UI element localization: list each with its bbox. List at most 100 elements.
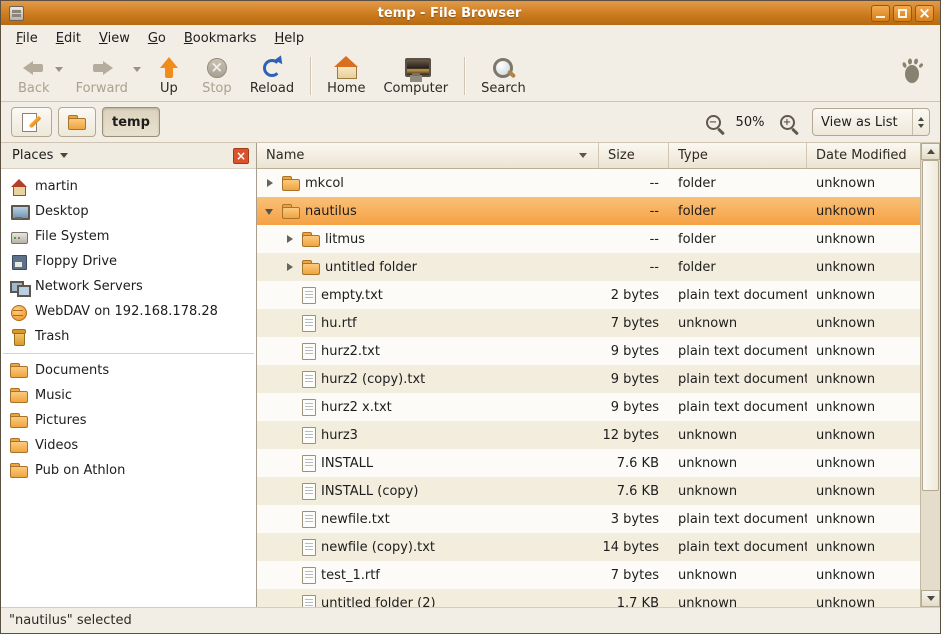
sidebar-item-music[interactable]: Music xyxy=(1,383,256,408)
expander-expanded-icon[interactable] xyxy=(263,204,277,218)
places-title: Places xyxy=(12,148,53,163)
sidebar-item-trash[interactable]: Trash xyxy=(1,324,256,349)
path-current-button[interactable]: temp xyxy=(102,107,160,137)
column-header-name[interactable]: Name xyxy=(257,143,599,169)
file-row[interactable]: mkcol--folderunknown xyxy=(257,169,920,197)
sidebar-item-network-servers[interactable]: Network Servers xyxy=(1,274,256,299)
sidebar-separator xyxy=(3,353,254,354)
vertical-scrollbar[interactable] xyxy=(920,143,940,607)
sidebar-item-documents[interactable]: Documents xyxy=(1,358,256,383)
sidebar-item-pictures[interactable]: Pictures xyxy=(1,408,256,433)
window-icon xyxy=(9,6,24,21)
toolbar-item-label: Back xyxy=(18,81,50,96)
view-mode-select[interactable]: View as List xyxy=(812,108,930,136)
home-icon xyxy=(10,179,28,195)
zoom-level[interactable]: 50% xyxy=(732,115,768,130)
sidebar-item-label: Music xyxy=(35,388,72,403)
file-name: nautilus xyxy=(305,204,357,219)
titlebar[interactable]: temp - File Browser xyxy=(1,1,940,25)
back-button: Back xyxy=(9,53,59,99)
sidebar-item-desktop[interactable]: Desktop xyxy=(1,199,256,224)
file-row[interactable]: INSTALL7.6 KBunknownunknown xyxy=(257,449,920,477)
size-cell: 7 bytes xyxy=(599,309,669,337)
file-row[interactable]: hurz312 bytesunknownunknown xyxy=(257,421,920,449)
toggle-location-entry-button[interactable] xyxy=(11,107,52,137)
column-header-date-modified[interactable]: Date Modified xyxy=(807,143,920,169)
expander-collapsed-icon[interactable] xyxy=(283,232,297,246)
maximize-button[interactable] xyxy=(893,5,912,22)
file-row[interactable]: INSTALL (copy)7.6 KBunknownunknown xyxy=(257,477,920,505)
sidebar-item-floppy-drive[interactable]: Floppy Drive xyxy=(1,249,256,274)
menu-view[interactable]: View xyxy=(90,28,139,49)
edit-location-icon xyxy=(21,112,42,132)
computer-button[interactable]: Computer xyxy=(374,53,457,99)
close-sidebar-button[interactable]: × xyxy=(233,148,249,164)
sidebar-item-webdav-on-192-168-178-28[interactable]: WebDAV on 192.168.178.28 xyxy=(1,299,256,324)
sidebar-item-martin[interactable]: martin xyxy=(1,174,256,199)
file-row[interactable]: newfile.txt3 bytesplain text documentunk… xyxy=(257,505,920,533)
file-row[interactable]: empty.txt2 bytesplain text documentunkno… xyxy=(257,281,920,309)
places-dropdown[interactable]: Places xyxy=(8,146,72,165)
scroll-down-button[interactable] xyxy=(921,590,940,607)
file-row[interactable]: hurz2 (copy).txt9 bytesplain text docume… xyxy=(257,365,920,393)
expander-spacer xyxy=(283,456,297,470)
chevron-down-icon xyxy=(918,124,924,128)
column-header-type[interactable]: Type xyxy=(669,143,807,169)
type-cell: folder xyxy=(669,253,807,281)
minimize-button[interactable] xyxy=(871,5,890,22)
file-row[interactable]: hu.rtf7 bytesunknownunknown xyxy=(257,309,920,337)
zoom-out-button[interactable] xyxy=(700,109,726,135)
type-cell: unknown xyxy=(669,477,807,505)
file-row[interactable]: litmus--folderunknown xyxy=(257,225,920,253)
scroll-up-button[interactable] xyxy=(921,143,940,160)
expander-spacer xyxy=(283,540,297,554)
search-button[interactable]: Search xyxy=(472,53,535,99)
column-header-size[interactable]: Size xyxy=(599,143,669,169)
zoom-in-button[interactable] xyxy=(774,109,800,135)
expander-spacer xyxy=(283,568,297,582)
menu-bookmarks[interactable]: Bookmarks xyxy=(175,28,266,49)
menu-file[interactable]: File xyxy=(7,28,47,49)
file-icon xyxy=(302,399,316,416)
menu-go[interactable]: Go xyxy=(139,28,175,49)
file-row[interactable]: hurz2.txt9 bytesplain text documentunkno… xyxy=(257,337,920,365)
scrollbar-thumb[interactable] xyxy=(922,160,939,491)
expander-spacer xyxy=(283,428,297,442)
file-row[interactable]: nautilus--folderunknown xyxy=(257,197,920,225)
type-cell: plain text document xyxy=(669,505,807,533)
file-row[interactable]: untitled folder (2)1.7 KBunknownunknown xyxy=(257,589,920,607)
menu-help[interactable]: Help xyxy=(266,28,314,49)
scrollbar-track[interactable] xyxy=(921,160,940,590)
file-row[interactable]: untitled folder--folderunknown xyxy=(257,253,920,281)
file-row[interactable]: hurz2 x.txt9 bytesplain text documentunk… xyxy=(257,393,920,421)
path-root-button[interactable] xyxy=(58,107,96,137)
file-name: test_1.rtf xyxy=(321,568,380,583)
date-modified-cell: unknown xyxy=(807,589,920,607)
name-cell: newfile.txt xyxy=(257,505,599,533)
file-name: hurz2.txt xyxy=(321,344,380,359)
type-cell: unknown xyxy=(669,589,807,607)
close-button[interactable] xyxy=(915,5,934,22)
sidebar-item-label: Documents xyxy=(35,363,109,378)
sidebar-item-pub-on-athlon[interactable]: Pub on Athlon xyxy=(1,458,256,483)
home-button[interactable]: Home xyxy=(318,53,374,99)
floppy-icon xyxy=(10,254,28,270)
sidebar-item-label: Desktop xyxy=(35,204,89,219)
date-modified-cell: unknown xyxy=(807,281,920,309)
sidebar-item-file-system[interactable]: File System xyxy=(1,224,256,249)
chevron-down-icon xyxy=(60,153,68,158)
date-modified-cell: unknown xyxy=(807,449,920,477)
expander-spacer xyxy=(283,512,297,526)
size-cell: 14 bytes xyxy=(599,533,669,561)
back-icon xyxy=(22,56,46,80)
file-row[interactable]: test_1.rtf7 bytesunknownunknown xyxy=(257,561,920,589)
file-row[interactable]: newfile (copy).txt14 bytesplain text doc… xyxy=(257,533,920,561)
menu-edit[interactable]: Edit xyxy=(47,28,90,49)
expander-collapsed-icon[interactable] xyxy=(263,176,277,190)
sidebar-item-videos[interactable]: Videos xyxy=(1,433,256,458)
name-cell: hurz3 xyxy=(257,421,599,449)
up-button[interactable]: Up xyxy=(145,53,193,99)
expander-collapsed-icon[interactable] xyxy=(283,260,297,274)
webdav-icon xyxy=(10,304,28,320)
reload-button[interactable]: Reload xyxy=(241,53,303,99)
